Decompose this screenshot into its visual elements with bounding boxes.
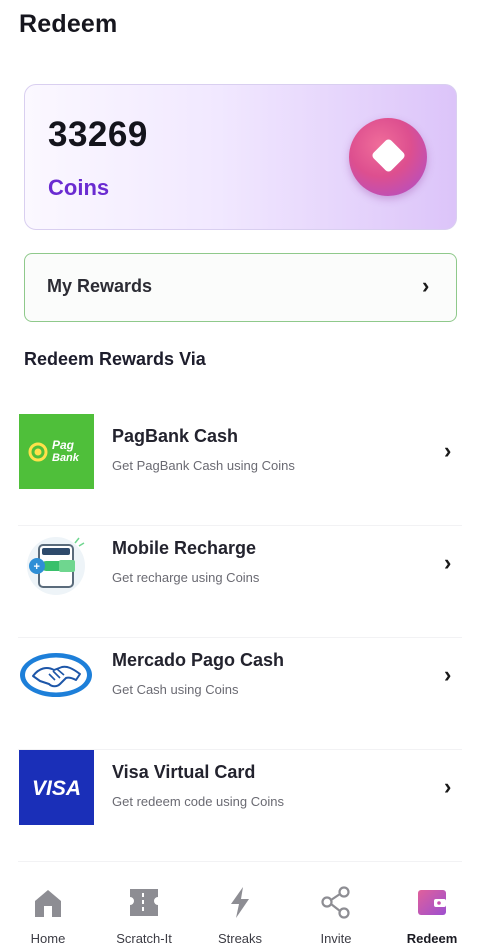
mercado-pago-logo — [20, 653, 92, 697]
nav-label: Invite — [320, 931, 352, 946]
section-title: Redeem Rewards Via — [24, 349, 206, 369]
coins-amount: 33269 — [48, 115, 148, 154]
page-title: Redeem — [19, 10, 118, 38]
coins-label: Coins — [48, 175, 110, 200]
my-rewards-button[interactable]: My Rewards › — [24, 253, 457, 322]
chevron-right-icon: › — [444, 438, 452, 463]
diamond-coin-icon — [349, 118, 427, 196]
reward-title: PagBank Cash — [112, 426, 239, 446]
nav-item-home[interactable]: Home — [0, 870, 96, 952]
visa-logo: VISA — [19, 750, 94, 825]
chevron-right-icon: › — [444, 774, 452, 799]
reward-subtitle: Get redeem code using Coins — [112, 794, 284, 809]
svg-text:Pag: Pag — [52, 438, 75, 452]
reward-title: Mobile Recharge — [112, 538, 257, 558]
ticket-icon — [130, 889, 158, 916]
chevron-right-icon: › — [444, 662, 452, 687]
svg-text:Bank: Bank — [52, 452, 80, 464]
lightning-icon — [231, 887, 249, 918]
bottom-nav: Home Scratch-It Streaks Invite Redeem — [0, 870, 480, 952]
reward-subtitle: Get Cash using Coins — [112, 682, 239, 697]
svg-text:VISA: VISA — [32, 777, 81, 800]
nav-label: Home — [30, 931, 66, 946]
mobile-recharge-icon: + — [27, 537, 85, 595]
reward-item-mobile-recharge[interactable]: + Mobile Recharge Get recharge using Coi… — [18, 526, 462, 638]
reward-subtitle: Get recharge using Coins — [112, 570, 260, 585]
nav-label: Streaks — [217, 931, 263, 946]
wallet-icon — [418, 890, 446, 915]
nav-label: Scratch-It — [116, 931, 172, 946]
nav-item-streaks[interactable]: Streaks — [192, 870, 288, 952]
chevron-right-icon: › — [422, 273, 430, 298]
chevron-right-icon: › — [444, 550, 452, 575]
nav-item-scratch-it[interactable]: Scratch-It — [96, 870, 192, 952]
share-icon — [321, 886, 350, 919]
nav-item-invite[interactable]: Invite — [288, 870, 384, 952]
svg-text:+: + — [34, 561, 40, 573]
reward-item-visa[interactable]: VISA Visa Virtual Card Get redeem code u… — [18, 750, 462, 862]
reward-subtitle: Get PagBank Cash using Coins — [112, 458, 295, 473]
reward-item-mercado-pago[interactable]: Mercado Pago Cash Get Cash using Coins › — [18, 638, 462, 750]
coins-balance-card: 33269 Coins — [24, 84, 457, 230]
home-icon — [35, 890, 61, 917]
pagbank-logo: Pag Bank — [19, 414, 94, 489]
reward-title: Visa Virtual Card — [112, 762, 256, 782]
nav-label: Redeem — [406, 931, 458, 946]
nav-item-redeem[interactable]: Redeem — [384, 870, 480, 952]
my-rewards-label: My Rewards — [47, 276, 153, 296]
reward-item-pagbank[interactable]: Pag Bank PagBank Cash Get PagBank Cash u… — [18, 414, 462, 526]
reward-title: Mercado Pago Cash — [112, 650, 285, 670]
